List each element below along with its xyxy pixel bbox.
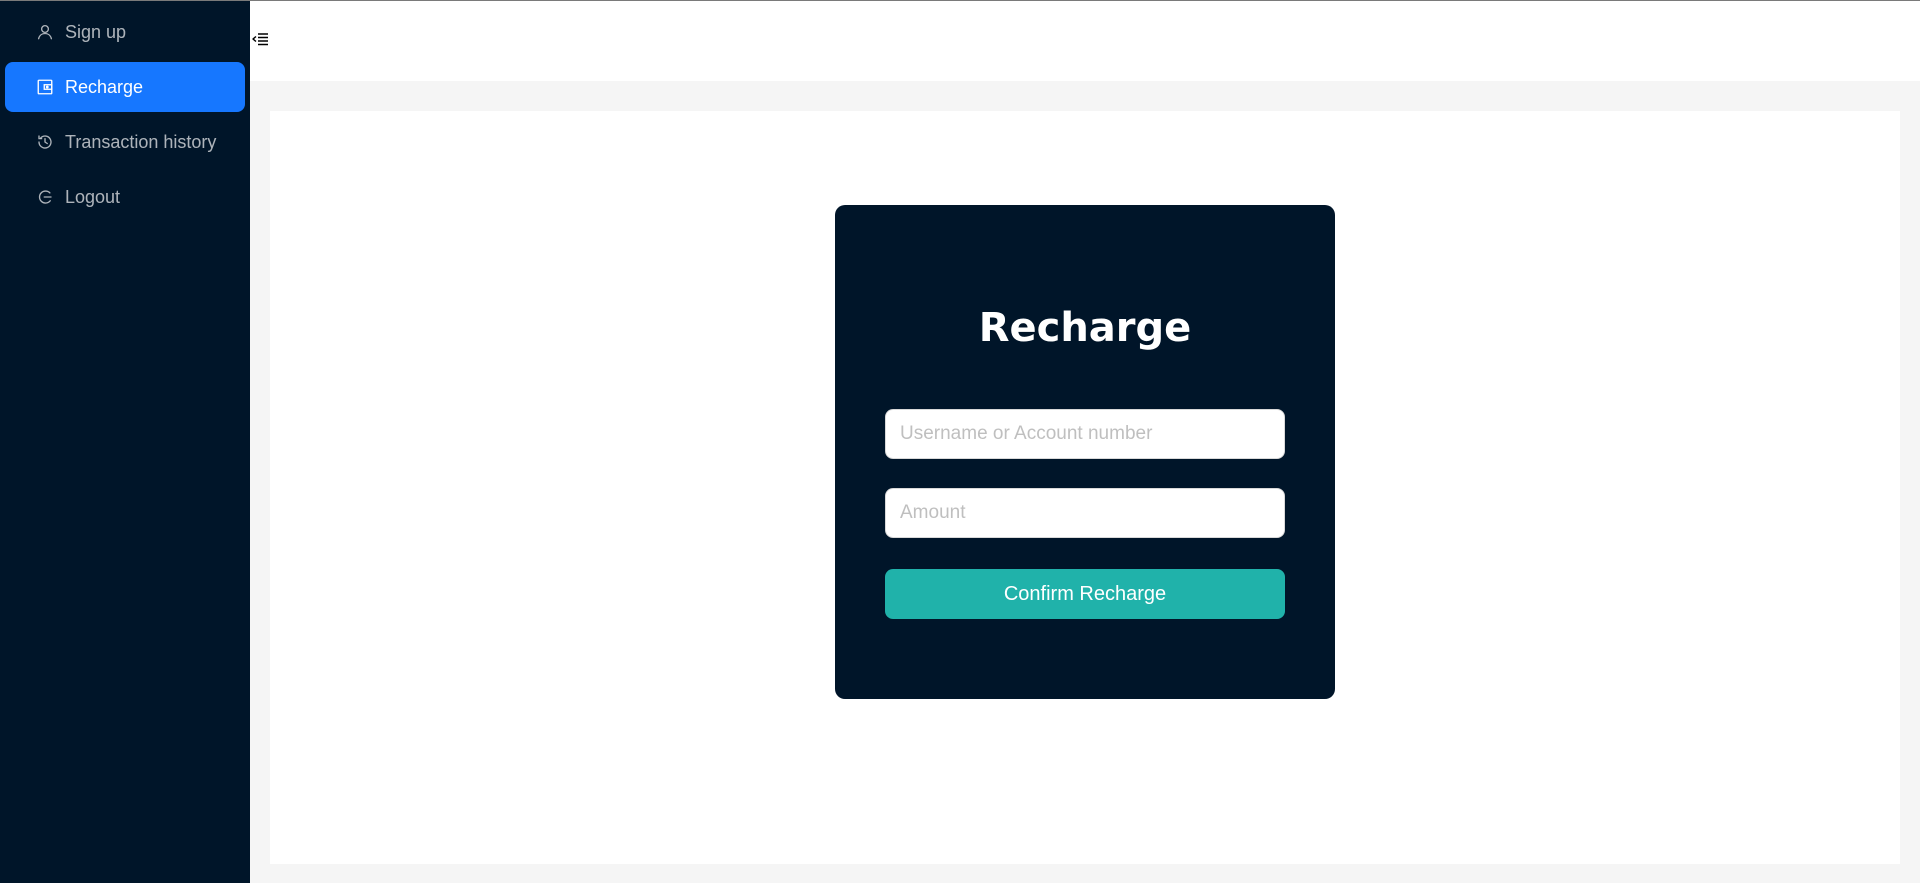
sidebar: Sign up Recharge Transaction history Log…: [0, 1, 250, 883]
user-icon: [35, 22, 55, 42]
sidebar-item-logout[interactable]: Logout: [5, 172, 245, 222]
confirm-recharge-button[interactable]: Confirm Recharge: [885, 569, 1285, 619]
sidebar-item-label: Recharge: [65, 76, 144, 97]
sidebar-item-sign-up[interactable]: Sign up: [5, 7, 245, 57]
amount-input[interactable]: [885, 488, 1285, 538]
app-root: Sign up Recharge Transaction history Log…: [0, 0, 1920, 883]
logout-icon: [35, 187, 55, 207]
top-header: [250, 1, 1920, 81]
menu-fold-button[interactable]: [250, 31, 270, 51]
sidebar-item-label: Sign up: [65, 21, 127, 42]
sidebar-menu: Sign up Recharge Transaction history Log…: [0, 1, 250, 222]
sidebar-item-transaction-history[interactable]: Transaction history: [5, 117, 245, 167]
sidebar-item-recharge[interactable]: Recharge: [5, 62, 245, 112]
sidebar-item-label: Logout: [65, 186, 121, 207]
recharge-card: Recharge Confirm Recharge: [835, 205, 1335, 699]
wallet-icon: [35, 77, 55, 97]
menu-fold-icon: [252, 32, 268, 51]
clock-history-icon: [35, 132, 55, 152]
main-content: Recharge Confirm Recharge: [270, 111, 1900, 864]
username-input[interactable]: [885, 409, 1285, 459]
recharge-title: Recharge: [978, 305, 1192, 351]
sidebar-item-label: Transaction history: [65, 131, 217, 152]
